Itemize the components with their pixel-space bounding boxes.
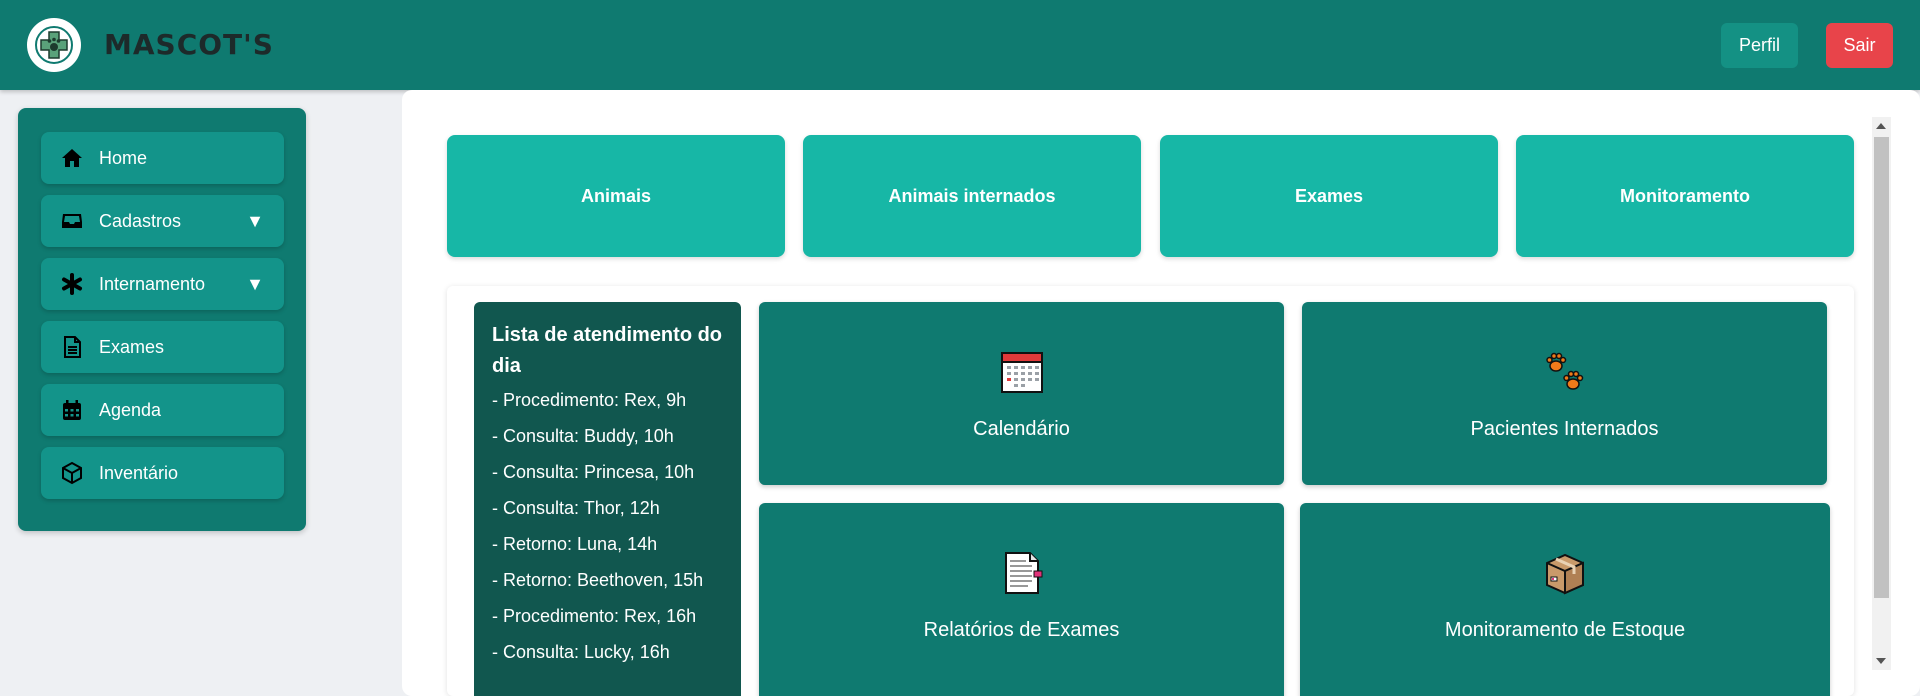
vertical-scrollbar[interactable] xyxy=(1872,117,1891,670)
sair-button[interactable]: Sair xyxy=(1826,23,1893,68)
card-exames[interactable]: Exames xyxy=(1160,135,1498,257)
sidebar-item-label: Cadastros xyxy=(99,210,182,231)
scroll-thumb[interactable] xyxy=(1874,137,1889,598)
card-animais-internados[interactable]: Animais internados xyxy=(803,135,1141,257)
list-item: - Procedimento: Rex, 9h xyxy=(492,390,687,410)
inbox-icon xyxy=(59,208,85,234)
tile-label: Pacientes Internados xyxy=(1470,418,1659,440)
sidebar: Home Cadastros ▼ Internamento ▼ Exames A… xyxy=(18,108,306,531)
daily-appointments-list: Lista de atendimento do dia - Procedimen… xyxy=(474,302,741,696)
box-icon xyxy=(59,460,85,486)
tile-calendario[interactable]: Calendário xyxy=(759,302,1284,485)
scroll-down-arrow-icon[interactable] xyxy=(1876,658,1886,664)
sidebar-item-label: Agenda xyxy=(99,399,162,420)
paw-prints-icon xyxy=(1545,352,1583,390)
top-bar: MASCOT'S Perfil Sair xyxy=(0,0,1920,90)
list-item: - Retorno: Beethoven, 15h xyxy=(492,570,704,590)
main-content: Animais Animais internados Exames Monito… xyxy=(402,90,1920,696)
sidebar-item-exames[interactable]: Exames xyxy=(41,321,284,373)
asterisk-icon xyxy=(59,271,85,297)
package-icon xyxy=(1546,553,1584,595)
sidebar-item-label: Home xyxy=(99,147,148,168)
list-title: Lista de atendimento do dia xyxy=(492,324,723,377)
scroll-up-arrow-icon[interactable] xyxy=(1876,123,1886,129)
card-animais[interactable]: Animais xyxy=(447,135,785,257)
list-item: - Retorno: Luna, 14h xyxy=(492,534,658,554)
page-report-icon xyxy=(1004,552,1042,594)
calendar-icon xyxy=(59,397,85,423)
calendar-emoji-icon xyxy=(1000,352,1043,393)
list-item: - Procedimento: Rex, 16h xyxy=(492,606,697,626)
logo[interactable] xyxy=(27,18,81,72)
tile-pacientes-internados[interactable]: Pacientes Internados xyxy=(1302,302,1827,485)
sidebar-item-label: Inventário xyxy=(99,462,179,483)
sidebar-item-home[interactable]: Home xyxy=(41,132,284,184)
tile-label: Relatórios de Exames xyxy=(923,619,1120,641)
brand-name: MASCOT'S xyxy=(104,28,274,61)
sidebar-item-cadastros[interactable]: Cadastros ▼ xyxy=(41,195,284,247)
sidebar-item-agenda[interactable]: Agenda xyxy=(41,384,284,436)
list-item: - Consulta: Buddy, 10h xyxy=(492,426,674,446)
tile-monitoramento-estoque[interactable]: Monitoramento de Estoque xyxy=(1300,503,1830,696)
list-item: - Consulta: Princesa, 10h xyxy=(492,462,695,482)
list-item: - Consulta: Thor, 12h xyxy=(492,498,660,518)
card-monitoramento[interactable]: Monitoramento xyxy=(1516,135,1854,257)
sidebar-item-label: Internamento xyxy=(99,273,206,294)
tile-label: Monitoramento de Estoque xyxy=(1444,619,1686,641)
sidebar-item-inventario[interactable]: Inventário xyxy=(41,447,284,499)
home-icon xyxy=(59,145,85,171)
tile-label: Calendário xyxy=(973,418,1070,440)
paw-cross-logo-icon xyxy=(35,26,73,64)
sidebar-item-internamento[interactable]: Internamento ▼ xyxy=(41,258,284,310)
chevron-down-icon: ▼ xyxy=(246,210,264,231)
perfil-button[interactable]: Perfil xyxy=(1721,23,1798,68)
tile-relatorios-exames[interactable]: Relatórios de Exames xyxy=(759,503,1284,696)
list-item: - Consulta: Lucky, 16h xyxy=(492,642,670,662)
document-icon xyxy=(59,334,85,360)
chevron-down-icon: ▼ xyxy=(246,273,264,294)
sidebar-item-label: Exames xyxy=(99,336,165,357)
